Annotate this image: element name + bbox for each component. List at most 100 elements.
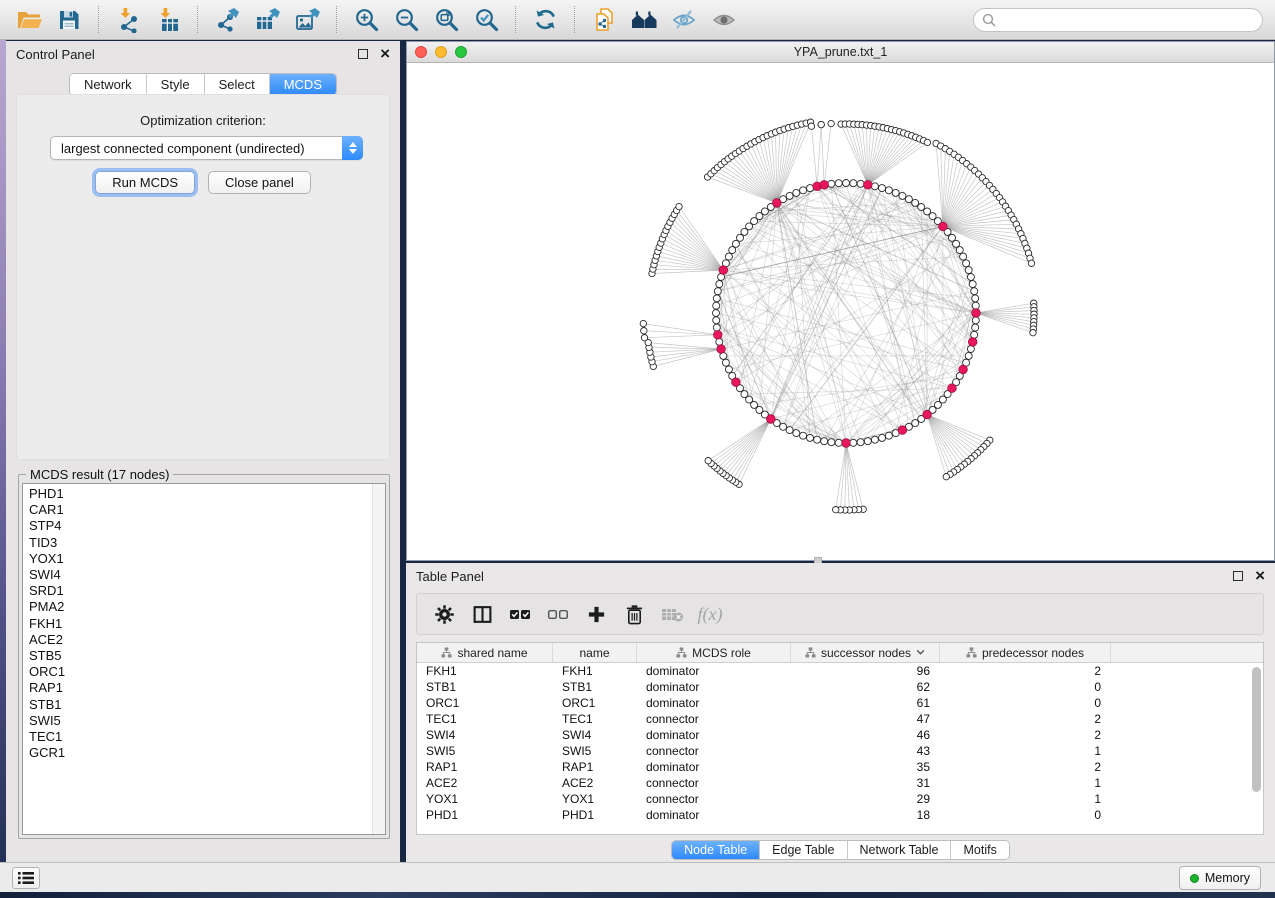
network-hub-node[interactable]	[948, 384, 957, 393]
search-input[interactable]	[1001, 13, 1262, 27]
network-node[interactable]	[737, 234, 744, 241]
network-leaf-node[interactable]	[705, 458, 711, 464]
tab-style[interactable]: Style	[147, 74, 205, 95]
mcds-result-item[interactable]: SWI4	[29, 567, 385, 583]
network-node[interactable]	[725, 253, 732, 260]
mcds-result-item[interactable]: PMA2	[29, 599, 385, 615]
float-panel-icon[interactable]	[358, 49, 368, 59]
mcds-result-item[interactable]: SRD1	[29, 583, 385, 599]
mcds-result-item[interactable]: STB5	[29, 648, 385, 664]
network-hub-node[interactable]	[767, 415, 776, 424]
table-row[interactable]: RAP1RAP1dominator352	[417, 759, 1263, 775]
network-node[interactable]	[786, 427, 793, 434]
network-hub-node[interactable]	[959, 365, 968, 374]
network-node[interactable]	[899, 192, 906, 199]
network-node[interactable]	[793, 189, 800, 196]
network-node[interactable]	[864, 438, 871, 445]
network-node[interactable]	[780, 423, 787, 430]
network-node[interactable]	[905, 196, 912, 203]
mcds-result-item[interactable]: TID3	[29, 535, 385, 551]
close-panel-icon[interactable]: ×	[380, 49, 390, 59]
table-row[interactable]: TEC1TEC1connector472	[417, 711, 1263, 727]
table-row[interactable]: PHD1PHD1dominator180	[417, 807, 1263, 823]
network-hub-node[interactable]	[773, 199, 782, 208]
show-all-button[interactable]	[704, 4, 744, 36]
zoom-in-button[interactable]	[346, 4, 386, 36]
network-node[interactable]	[850, 180, 857, 187]
network-node[interactable]	[741, 391, 748, 398]
network-node[interactable]	[850, 439, 857, 446]
mcds-result-item[interactable]: SWI5	[29, 713, 385, 729]
zoom-out-button[interactable]	[386, 4, 426, 36]
network-node[interactable]	[807, 434, 814, 441]
network-node[interactable]	[965, 352, 972, 359]
network-node[interactable]	[972, 302, 979, 309]
mcds-result-item[interactable]: ORC1	[29, 664, 385, 680]
network-hub-node[interactable]	[864, 181, 873, 190]
table-tab-network-table[interactable]: Network Table	[848, 841, 952, 859]
network-hub-node[interactable]	[898, 426, 907, 435]
network-node[interactable]	[725, 366, 732, 373]
mcds-result-item[interactable]: STP4	[29, 518, 385, 534]
mcds-result-item[interactable]: GCR1	[29, 745, 385, 761]
network-node[interactable]	[969, 281, 976, 288]
result-list-scrollbar[interactable]	[372, 484, 385, 834]
network-node[interactable]	[722, 359, 729, 366]
network-node[interactable]	[828, 439, 835, 446]
mcds-result-item[interactable]: PHD1	[29, 486, 385, 502]
table-row[interactable]: ACE2ACE2connector311	[417, 775, 1263, 791]
network-node[interactable]	[971, 331, 978, 338]
network-node[interactable]	[793, 430, 800, 437]
column-header-predecessor-nodes[interactable]: predecessor nodes	[940, 643, 1111, 662]
open-button[interactable]	[9, 4, 49, 36]
network-leaf-node[interactable]	[833, 507, 839, 513]
run-mcds-button[interactable]: Run MCDS	[95, 171, 195, 194]
column-header-shared-name[interactable]: shared name	[417, 643, 553, 662]
close-panel-button[interactable]: Close panel	[208, 171, 311, 194]
search-box[interactable]	[973, 8, 1263, 32]
network-canvas[interactable]	[407, 63, 1274, 560]
task-history-button[interactable]	[12, 867, 40, 889]
network-node[interactable]	[800, 187, 807, 194]
mcds-result-item[interactable]: CAR1	[29, 502, 385, 518]
column-visibility-button[interactable]	[467, 599, 497, 629]
network-node[interactable]	[713, 317, 720, 324]
network-node[interactable]	[972, 324, 979, 331]
add-column-button[interactable]	[581, 599, 611, 629]
column-header-successor-nodes[interactable]: successor nodes	[791, 643, 940, 662]
mcds-result-item[interactable]: FKH1	[29, 616, 385, 632]
network-node[interactable]	[857, 180, 864, 187]
network-node[interactable]	[885, 187, 892, 194]
tab-network[interactable]: Network	[70, 74, 147, 95]
mcds-result-item[interactable]: RAP1	[29, 680, 385, 696]
network-hub-node[interactable]	[972, 309, 981, 318]
network-node[interactable]	[800, 432, 807, 439]
table-tab-motifs[interactable]: Motifs	[951, 841, 1008, 859]
network-node[interactable]	[879, 185, 886, 192]
float-table-panel-icon[interactable]	[1233, 571, 1243, 581]
network-node[interactable]	[871, 436, 878, 443]
network-node[interactable]	[971, 288, 978, 295]
network-hub-node[interactable]	[717, 345, 726, 354]
network-node[interactable]	[835, 439, 842, 446]
network-node[interactable]	[956, 247, 963, 254]
network-node[interactable]	[821, 438, 828, 445]
close-table-panel-icon[interactable]: ×	[1255, 571, 1265, 581]
network-window-titlebar[interactable]: YPA_prune.txt_1	[407, 42, 1274, 63]
criterion-dropdown[interactable]: largest connected component (undirected)	[50, 136, 363, 160]
network-hub-node[interactable]	[820, 181, 829, 190]
network-hub-node[interactable]	[714, 331, 723, 340]
network-node[interactable]	[843, 180, 850, 187]
first-neighbors-button[interactable]	[624, 4, 664, 36]
table-row[interactable]: SWI4SWI4dominator462	[417, 727, 1263, 743]
select-all-rows-button[interactable]	[505, 599, 535, 629]
table-tab-edge-table[interactable]: Edge Table	[760, 841, 847, 859]
table-scrollbar-thumb[interactable]	[1252, 667, 1261, 792]
export-image-button[interactable]	[287, 4, 327, 36]
import-table-button[interactable]	[148, 4, 188, 36]
network-node[interactable]	[965, 267, 972, 274]
network-node[interactable]	[761, 208, 768, 215]
save-button[interactable]	[49, 4, 89, 36]
network-hub-node[interactable]	[732, 378, 741, 387]
network-node[interactable]	[713, 324, 720, 331]
